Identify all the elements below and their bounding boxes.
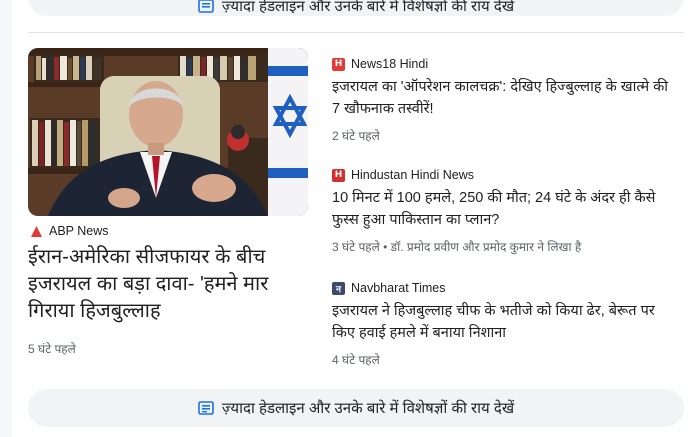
- more-headlines-button[interactable]: ज़्यादा हेडलाइन और उनके बारे में विशेषज्…: [28, 389, 684, 427]
- section-divider: [28, 32, 684, 33]
- story-source[interactable]: H Hindustan Hindi News: [332, 168, 672, 182]
- story-headline[interactable]: इजरायल का 'ऑपरेशन कालचक्र': देखिए हिज्बु…: [332, 76, 672, 120]
- story-item-news18[interactable]: H News18 Hindi इजरायल का 'ऑपरेशन कालचक्र…: [332, 57, 672, 144]
- story-headline[interactable]: इजरायल ने हिजबुल्लाह चीफ के भतीजे को किय…: [332, 300, 672, 344]
- story-source[interactable]: H News18 Hindi: [332, 57, 672, 71]
- story-meta: 3 घंटे पहले • डॉ. प्रमोद प्रवीण और प्रमो…: [332, 240, 582, 254]
- top-more-headlines-button[interactable]: ज़्यादा हेडलाइन और उनके बारे में विशेषज्…: [28, 0, 684, 16]
- story-source[interactable]: न Navbharat Times: [332, 281, 672, 295]
- navbharat-logo-icon: न: [332, 281, 345, 295]
- story-item-hindustan[interactable]: H Hindustan Hindi News 10 मिनट में 100 ह…: [332, 168, 672, 255]
- story-source-name: Navbharat Times: [351, 281, 446, 295]
- story-timestamp: 2 घंटे पहले: [332, 129, 380, 143]
- top-more-headlines-label: ज़्यादा हेडलाइन और उनके बारे में विशेषज्…: [221, 0, 515, 15]
- hero-source[interactable]: ABP News: [30, 224, 109, 238]
- hero-headline[interactable]: ईरान-अमेरिका सीजफायर के बीच इजरायल का बड…: [28, 244, 313, 325]
- hero-timestamp: 5 घंटे पहले: [28, 342, 76, 356]
- story-source-name: Hindustan Hindi News: [351, 168, 474, 182]
- news18-logo-icon: H: [332, 57, 345, 71]
- left-gutter: [0, 0, 12, 437]
- newspaper-icon: [198, 401, 214, 415]
- newspaper-icon: [198, 0, 214, 13]
- hero-image[interactable]: [28, 48, 308, 216]
- hindustan-logo-icon: H: [332, 168, 345, 182]
- more-headlines-label: ज़्यादा हेडलाइन और उनके बारे में विशेषज्…: [221, 400, 515, 417]
- abp-logo-icon: [31, 225, 42, 237]
- hero-photo-illustration: [28, 48, 308, 216]
- story-source-name: News18 Hindi: [351, 57, 429, 71]
- hero-source-name: ABP News: [49, 224, 109, 238]
- story-timestamp: 4 घंटे पहले: [332, 353, 380, 367]
- story-item-navbharat[interactable]: न Navbharat Times इजरायल ने हिजबुल्लाह च…: [332, 281, 672, 368]
- story-headline[interactable]: 10 मिनट में 100 हमले, 250 की मौत; 24 घंट…: [332, 187, 672, 231]
